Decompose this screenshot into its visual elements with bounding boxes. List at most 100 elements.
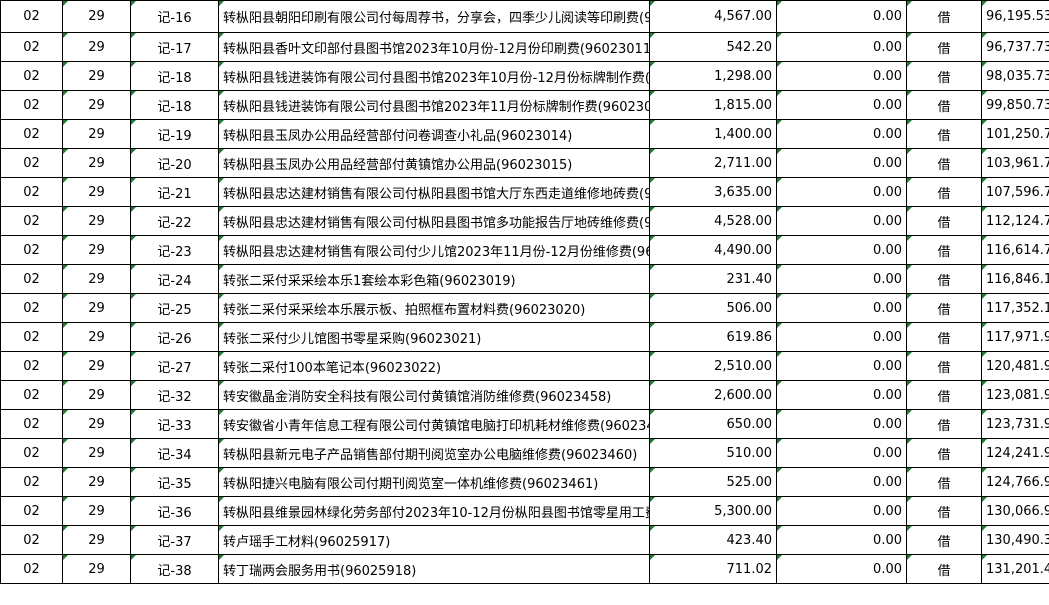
day-cell[interactable]: 29 bbox=[62, 90, 131, 120]
summary-cell[interactable]: 转张二采付采采绘本乐1套绘本彩色箱(96023019) bbox=[218, 264, 650, 294]
day-cell[interactable]: 29 bbox=[62, 119, 131, 149]
day-cell[interactable]: 29 bbox=[62, 496, 131, 526]
voucher-cell[interactable]: 记-21 bbox=[130, 177, 219, 207]
month-cell[interactable]: 02 bbox=[0, 467, 63, 497]
debit-cell[interactable]: 2,711.00 bbox=[649, 148, 777, 178]
balance-cell[interactable]: 120,481.99 bbox=[981, 351, 1049, 381]
debit-cell[interactable]: 542.20 bbox=[649, 32, 777, 62]
summary-cell[interactable]: 转枞阳县忠达建材销售有限公司付少儿馆2023年11月份-12月份维修费(9602… bbox=[218, 235, 650, 265]
month-cell[interactable]: 02 bbox=[0, 525, 63, 555]
balance-cell[interactable]: 96,737.73 bbox=[981, 32, 1049, 62]
voucher-cell[interactable]: 记-16 bbox=[130, 0, 219, 33]
direction-cell[interactable]: 借 bbox=[906, 177, 982, 207]
credit-cell[interactable]: 0.00 bbox=[776, 554, 907, 584]
credit-cell[interactable]: 0.00 bbox=[776, 61, 907, 91]
summary-cell[interactable]: 转安徽晶金消防安全科技有限公司付黄镇馆消防维修费(96023458) bbox=[218, 380, 650, 410]
summary-cell[interactable]: 转枞阳县朝阳印刷有限公司付每周荐书，分享会，四季少儿阅读等印刷费(9602301… bbox=[218, 0, 650, 33]
month-cell[interactable]: 02 bbox=[0, 554, 63, 584]
summary-cell[interactable]: 转张二采付100本笔记本(96023022) bbox=[218, 351, 650, 381]
credit-cell[interactable]: 0.00 bbox=[776, 293, 907, 323]
balance-cell[interactable]: 107,596.73 bbox=[981, 177, 1049, 207]
voucher-cell[interactable]: 记-19 bbox=[130, 119, 219, 149]
credit-cell[interactable]: 0.00 bbox=[776, 177, 907, 207]
credit-cell[interactable]: 0.00 bbox=[776, 235, 907, 265]
direction-cell[interactable]: 借 bbox=[906, 235, 982, 265]
summary-cell[interactable]: 转卢瑶手工材料(96025917) bbox=[218, 525, 650, 555]
summary-cell[interactable]: 转丁瑞两会服务用书(96025918) bbox=[218, 554, 650, 584]
day-cell[interactable]: 29 bbox=[62, 177, 131, 207]
direction-cell[interactable]: 借 bbox=[906, 467, 982, 497]
day-cell[interactable]: 29 bbox=[62, 322, 131, 352]
balance-cell[interactable]: 124,766.99 bbox=[981, 467, 1049, 497]
direction-cell[interactable]: 借 bbox=[906, 496, 982, 526]
summary-cell[interactable]: 转枞阳县玉凤办公用品经营部付问卷调查小礼品(96023014) bbox=[218, 119, 650, 149]
direction-cell[interactable]: 借 bbox=[906, 90, 982, 120]
debit-cell[interactable]: 650.00 bbox=[649, 409, 777, 439]
voucher-cell[interactable]: 记-22 bbox=[130, 206, 219, 236]
balance-cell[interactable]: 130,066.99 bbox=[981, 496, 1049, 526]
month-cell[interactable]: 02 bbox=[0, 409, 63, 439]
balance-cell[interactable]: 123,731.99 bbox=[981, 409, 1049, 439]
credit-cell[interactable]: 0.00 bbox=[776, 322, 907, 352]
credit-cell[interactable]: 0.00 bbox=[776, 525, 907, 555]
voucher-cell[interactable]: 记-17 bbox=[130, 32, 219, 62]
direction-cell[interactable]: 借 bbox=[906, 148, 982, 178]
day-cell[interactable]: 29 bbox=[62, 0, 131, 33]
day-cell[interactable]: 29 bbox=[62, 409, 131, 439]
summary-cell[interactable]: 转枞阳县忠达建材销售有限公司付枞阳县图书馆大厅东西走道维修地砖费(9602301… bbox=[218, 177, 650, 207]
debit-cell[interactable]: 1,400.00 bbox=[649, 119, 777, 149]
voucher-cell[interactable]: 记-24 bbox=[130, 264, 219, 294]
summary-cell[interactable]: 转张二采付少儿馆图书零星采购(96023021) bbox=[218, 322, 650, 352]
month-cell[interactable]: 02 bbox=[0, 264, 63, 294]
voucher-cell[interactable]: 记-36 bbox=[130, 496, 219, 526]
direction-cell[interactable]: 借 bbox=[906, 206, 982, 236]
direction-cell[interactable]: 借 bbox=[906, 409, 982, 439]
voucher-cell[interactable]: 记-18 bbox=[130, 90, 219, 120]
debit-cell[interactable]: 506.00 bbox=[649, 293, 777, 323]
summary-cell[interactable]: 转枞阳县钱进装饰有限公司付县图书馆2023年10月份-12月份标牌制作费(960… bbox=[218, 61, 650, 91]
month-cell[interactable]: 02 bbox=[0, 322, 63, 352]
balance-cell[interactable]: 131,201.41 bbox=[981, 554, 1049, 584]
voucher-cell[interactable]: 记-34 bbox=[130, 438, 219, 468]
direction-cell[interactable]: 借 bbox=[906, 380, 982, 410]
credit-cell[interactable]: 0.00 bbox=[776, 148, 907, 178]
balance-cell[interactable]: 124,241.99 bbox=[981, 438, 1049, 468]
month-cell[interactable]: 02 bbox=[0, 119, 63, 149]
voucher-cell[interactable]: 记-35 bbox=[130, 467, 219, 497]
month-cell[interactable]: 02 bbox=[0, 438, 63, 468]
balance-cell[interactable]: 103,961.73 bbox=[981, 148, 1049, 178]
direction-cell[interactable]: 借 bbox=[906, 0, 982, 33]
debit-cell[interactable]: 4,567.00 bbox=[649, 0, 777, 33]
credit-cell[interactable]: 0.00 bbox=[776, 496, 907, 526]
direction-cell[interactable]: 借 bbox=[906, 554, 982, 584]
direction-cell[interactable]: 借 bbox=[906, 438, 982, 468]
credit-cell[interactable]: 0.00 bbox=[776, 467, 907, 497]
credit-cell[interactable]: 0.00 bbox=[776, 119, 907, 149]
voucher-cell[interactable]: 记-23 bbox=[130, 235, 219, 265]
direction-cell[interactable]: 借 bbox=[906, 322, 982, 352]
month-cell[interactable]: 02 bbox=[0, 380, 63, 410]
debit-cell[interactable]: 510.00 bbox=[649, 438, 777, 468]
summary-cell[interactable]: 转枞阳县忠达建材销售有限公司付枞阳县图书馆多功能报告厅地砖维修费(9602301… bbox=[218, 206, 650, 236]
debit-cell[interactable]: 619.86 bbox=[649, 322, 777, 352]
debit-cell[interactable]: 711.02 bbox=[649, 554, 777, 584]
direction-cell[interactable]: 借 bbox=[906, 32, 982, 62]
day-cell[interactable]: 29 bbox=[62, 235, 131, 265]
summary-cell[interactable]: 转安徽省小青年信息工程有限公司付黄镇馆电脑打印机耗材维修费(96023459) bbox=[218, 409, 650, 439]
balance-cell[interactable]: 99,850.73 bbox=[981, 90, 1049, 120]
day-cell[interactable]: 29 bbox=[62, 351, 131, 381]
credit-cell[interactable]: 0.00 bbox=[776, 206, 907, 236]
day-cell[interactable]: 29 bbox=[62, 438, 131, 468]
month-cell[interactable]: 02 bbox=[0, 293, 63, 323]
month-cell[interactable]: 02 bbox=[0, 0, 63, 33]
summary-cell[interactable]: 转枞阳县钱进装饰有限公司付县图书馆2023年11月份标牌制作费(96023013… bbox=[218, 90, 650, 120]
summary-cell[interactable]: 转枞阳捷兴电脑有限公司付期刊阅览室一体机维修费(96023461) bbox=[218, 467, 650, 497]
day-cell[interactable]: 29 bbox=[62, 32, 131, 62]
debit-cell[interactable]: 423.40 bbox=[649, 525, 777, 555]
balance-cell[interactable]: 116,614.73 bbox=[981, 235, 1049, 265]
voucher-cell[interactable]: 记-33 bbox=[130, 409, 219, 439]
month-cell[interactable]: 02 bbox=[0, 206, 63, 236]
debit-cell[interactable]: 1,298.00 bbox=[649, 61, 777, 91]
debit-cell[interactable]: 4,490.00 bbox=[649, 235, 777, 265]
debit-cell[interactable]: 5,300.00 bbox=[649, 496, 777, 526]
